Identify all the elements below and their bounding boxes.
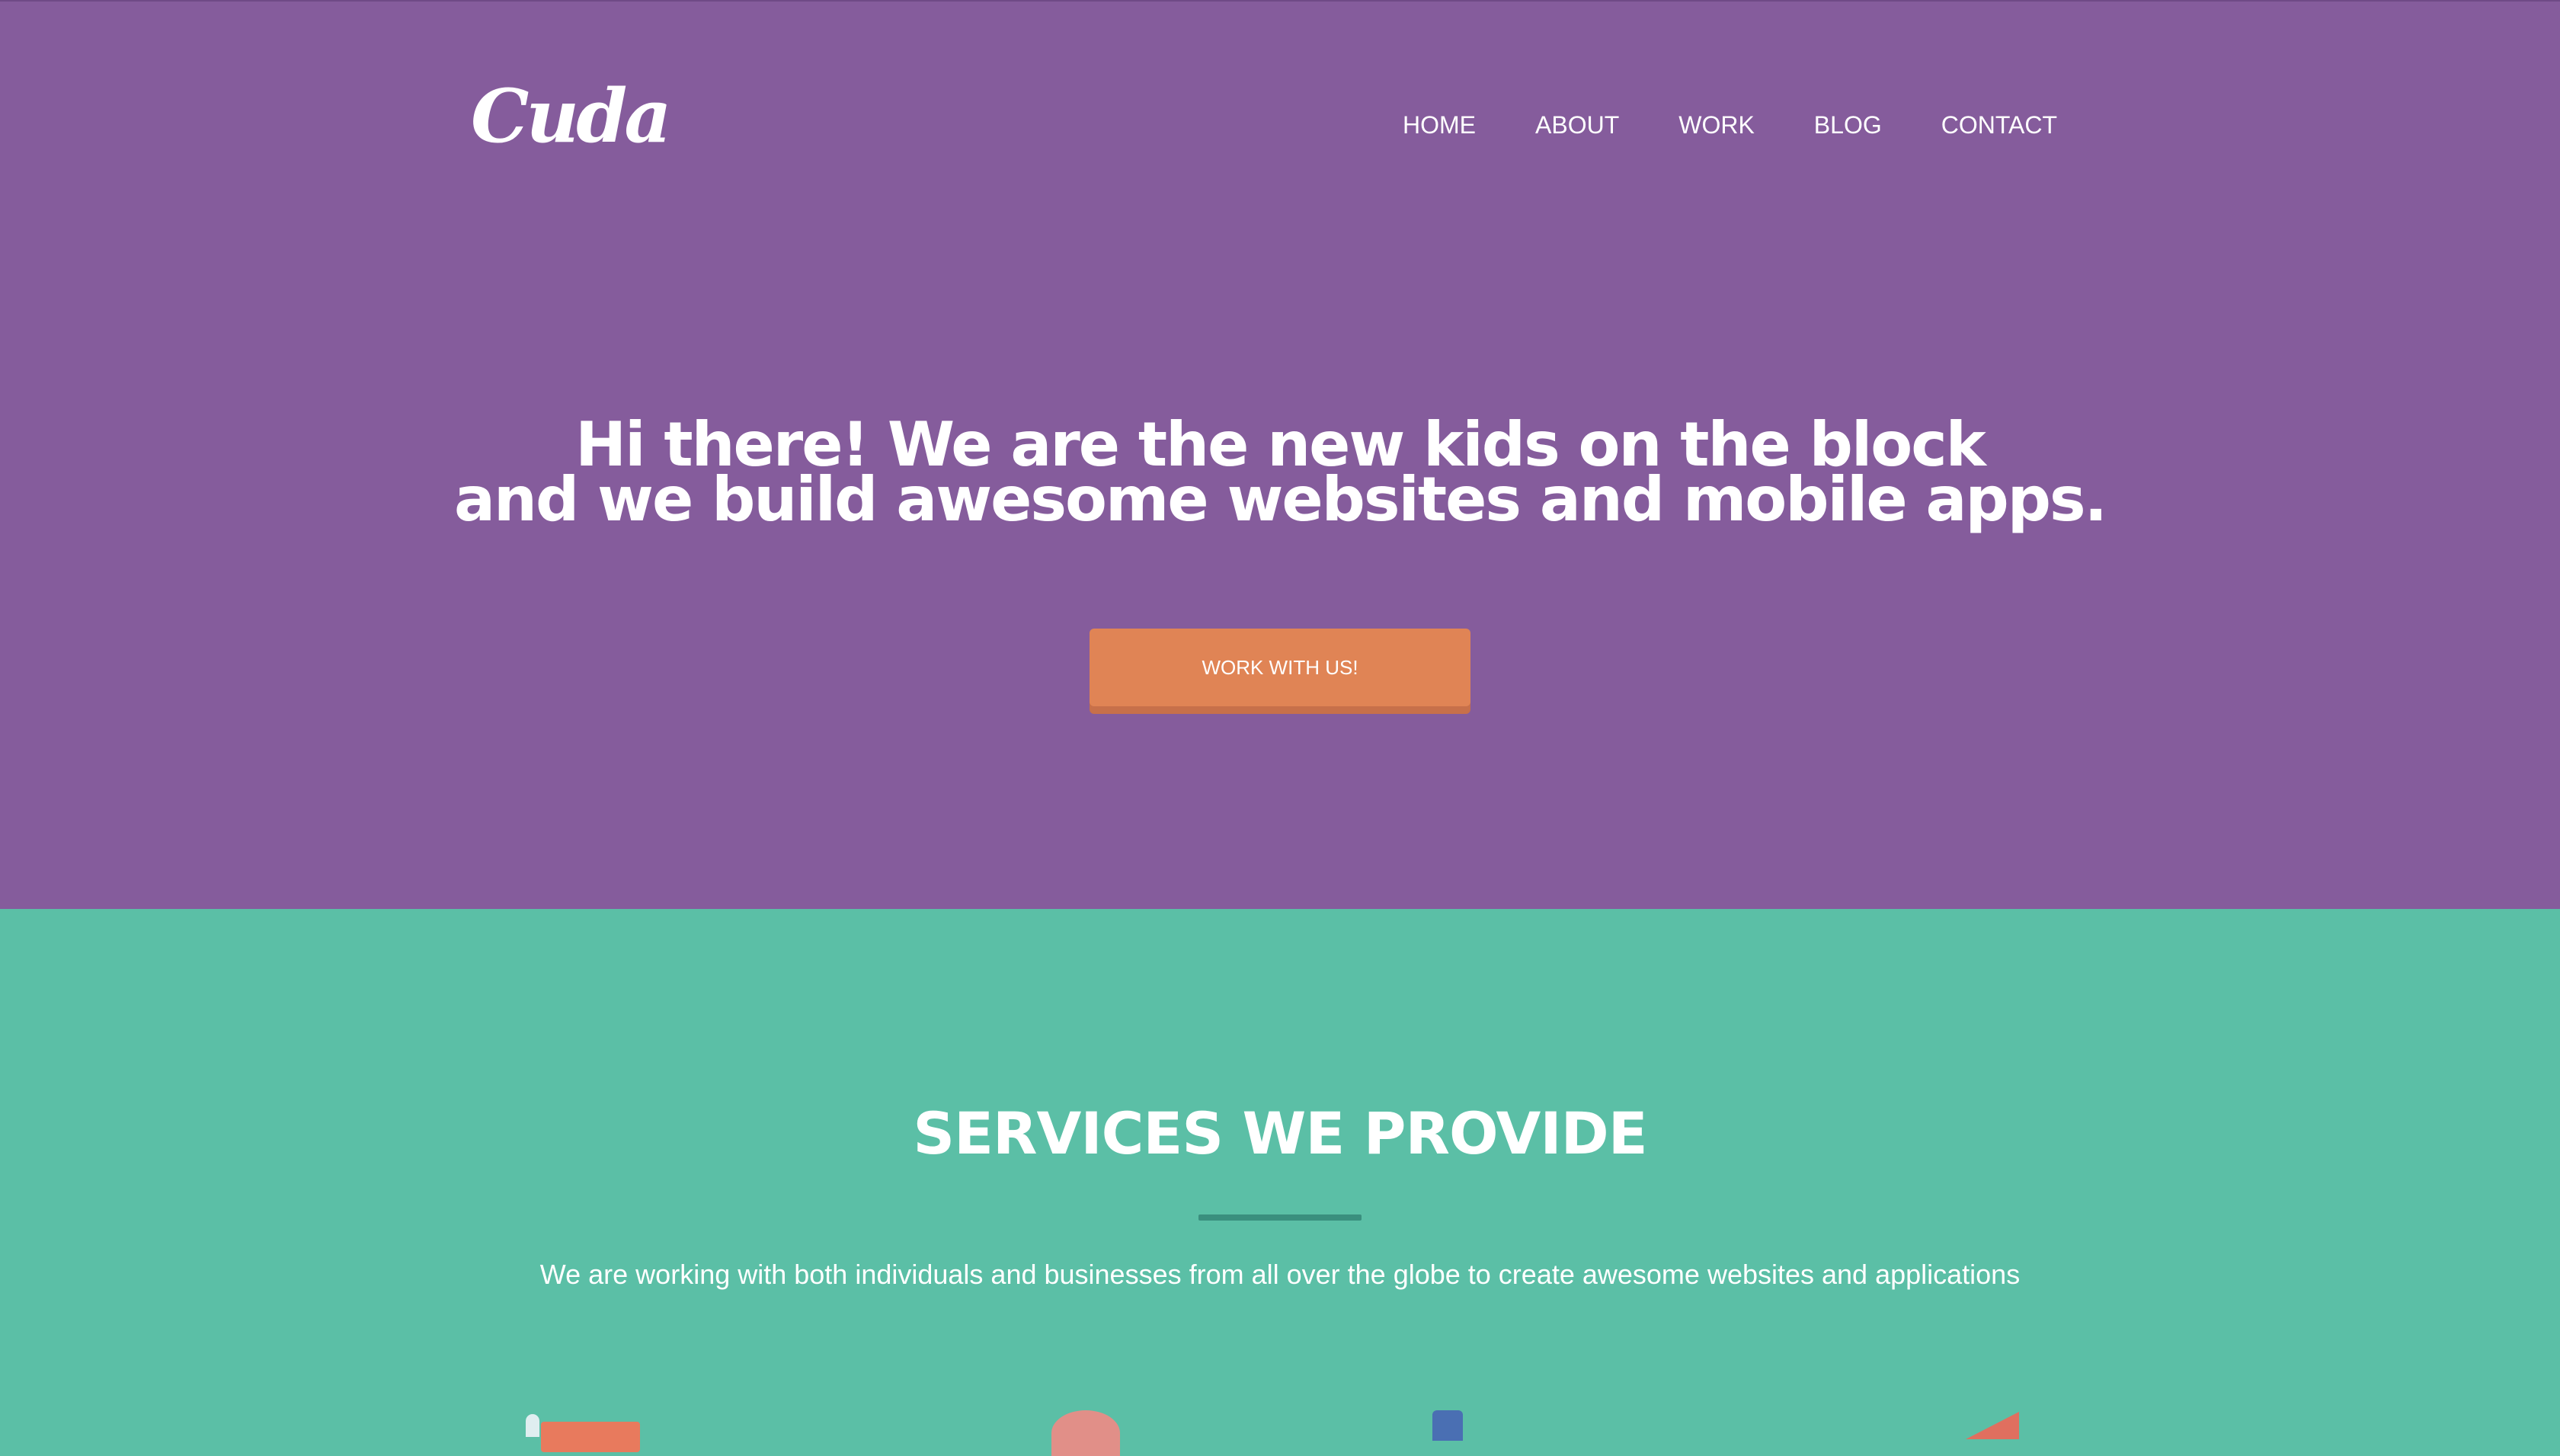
nav-item-work: WORK [1619,102,1755,148]
section-divider [1198,1214,1362,1221]
site-logo[interactable]: Cuda [471,75,672,158]
services-description: We are working with both individuals and… [539,1259,2021,1290]
nav-link-blog[interactable]: BLOG [1814,102,1882,148]
hero-headline: Hi there! We are the new kids on the blo… [0,414,2560,535]
services-section: SERVICES WE PROVIDE We are working with … [0,909,2560,1456]
nav-link-work[interactable]: WORK [1678,102,1755,148]
nav-item-contact: CONTACT [1882,102,2057,148]
browser-icon [526,1414,640,1452]
chart-icon [1432,1410,1463,1441]
nav-link-contact[interactable]: CONTACT [1941,102,2057,148]
services-title: SERVICES WE PROVIDE [913,1099,1647,1167]
nav-item-blog: BLOG [1755,102,1882,148]
rocket-icon-tip [1966,1412,2019,1439]
hero-headline-line-2: and we build awesome websites and mobile… [454,464,2107,535]
rocket-icon [1966,1412,2019,1442]
mobile-icon-dome [1051,1410,1120,1456]
nav-item-home: HOME [1403,102,1476,148]
work-with-us-button[interactable]: WORK WITH US! [1090,629,1470,706]
chart-icon-bar [1432,1410,1463,1441]
browser-icon-stick [526,1414,539,1437]
main-nav: HOME ABOUT WORK BLOG CONTACT [1403,102,2057,148]
nav-link-about[interactable]: ABOUT [1535,102,1619,148]
browser-icon-frame [541,1422,640,1452]
mobile-icon [1044,1410,1120,1456]
hero-section: Cuda HOME ABOUT WORK BLOG CONTACT Hi the… [0,0,2560,909]
nav-link-home[interactable]: HOME [1403,102,1476,148]
nav-item-about: ABOUT [1476,102,1619,148]
